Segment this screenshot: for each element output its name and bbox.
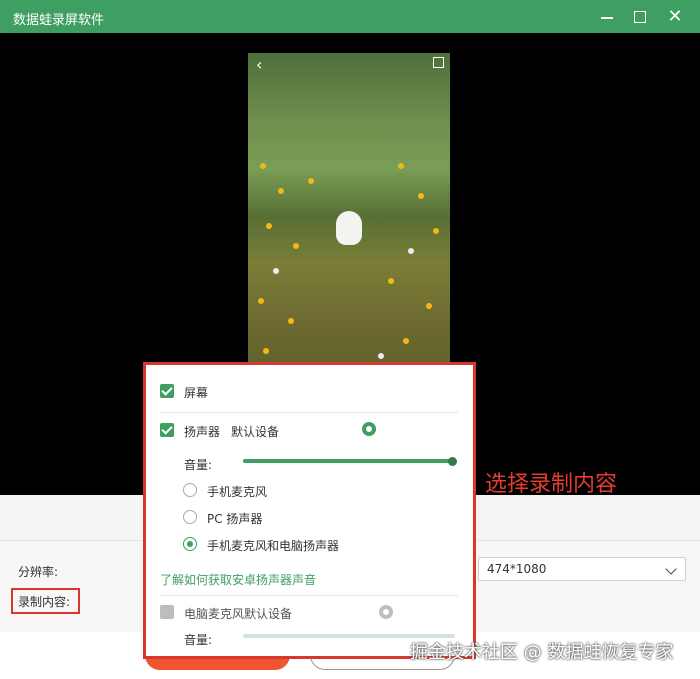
window-title: 数据蛙录屏软件	[13, 13, 105, 28]
speaker-settings-gear-icon[interactable]	[362, 422, 376, 436]
phone-screen-mirror: ‹	[248, 53, 450, 393]
radio-pc-speaker-label: PC 扬声器	[207, 512, 263, 526]
speaker-volume-knob[interactable]	[448, 457, 457, 466]
radio-phone-mic[interactable]	[183, 483, 197, 497]
expand-icon[interactable]	[433, 57, 444, 68]
screen-label: 屏幕	[184, 386, 209, 400]
speaker-volume-label: 音量:	[184, 458, 213, 472]
mic-settings-gear-icon[interactable]	[379, 605, 393, 619]
radio-phone-mic-and-pc-speaker-label: 手机麦克风和电脑扬声器	[207, 539, 340, 553]
mic-label: 电脑麦克风默认设备	[184, 607, 293, 621]
speaker-label: 扬声器	[184, 425, 221, 439]
watermark: 掘金技术社区 @ 数据蛙恢复专家	[410, 642, 674, 663]
radio-phone-mic-and-pc-speaker[interactable]	[183, 537, 197, 551]
record-content-popup: 屏幕 扬声器 默认设备 音量: 手机麦克风 PC 扬声器 手机麦克风和电脑扬声器…	[143, 362, 476, 659]
resolution-select[interactable]: 474*1080	[478, 557, 686, 581]
screen-checkbox[interactable]	[160, 384, 174, 398]
chevron-down-icon	[665, 563, 677, 575]
radio-phone-mic-label: 手机麦克风	[207, 485, 268, 499]
speaker-checkbox[interactable]	[160, 423, 174, 437]
android-speaker-help-link[interactable]: 了解如何获取安卓扬声器声音	[160, 571, 316, 588]
back-icon[interactable]: ‹	[256, 55, 262, 74]
close-icon[interactable]: ✕	[665, 7, 685, 27]
radio-pc-speaker[interactable]	[183, 510, 197, 524]
mic-checkbox[interactable]	[160, 605, 174, 619]
divider	[160, 595, 458, 596]
maximize-icon[interactable]	[630, 7, 650, 27]
speaker-volume-slider[interactable]	[243, 459, 453, 463]
annotation-text: 选择录制内容	[485, 472, 618, 497]
minimize-icon[interactable]	[597, 7, 617, 27]
speaker-device: 默认设备	[231, 425, 280, 439]
dog-image	[336, 211, 362, 245]
title-bar: 数据蛙录屏软件 ✕	[0, 0, 700, 33]
divider	[160, 412, 458, 413]
mic-volume-label: 音量:	[184, 633, 213, 647]
highlight-box-record-content	[11, 588, 80, 614]
resolution-value: 474*1080	[487, 562, 547, 576]
resolution-label: 分辨率:	[18, 565, 59, 579]
